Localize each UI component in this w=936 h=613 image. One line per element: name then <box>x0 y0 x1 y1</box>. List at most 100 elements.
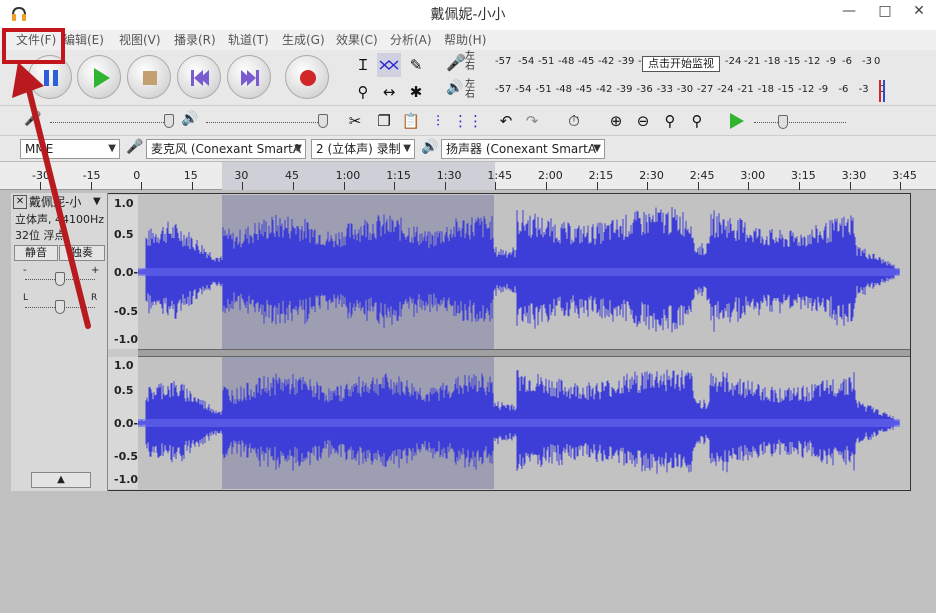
ruler-tick-label: 1:15 <box>386 169 411 182</box>
ruler-tick <box>748 182 750 190</box>
amplitude-label: 1.0 <box>114 197 134 210</box>
zoom-in-button[interactable]: ⊕ <box>604 109 628 133</box>
output-device-value: 扬声器 (Conexant SmartA <box>446 142 597 156</box>
ruler-tick-label: 0 <box>133 169 141 182</box>
meter-tick-label: -39 <box>616 84 633 95</box>
ruler-tick <box>546 182 547 190</box>
pan-slider[interactable] <box>55 300 65 314</box>
minimize-button[interactable]: — <box>832 0 866 24</box>
redo-button[interactable]: ↷ <box>520 109 544 133</box>
collapse-track-button[interactable]: ▲ <box>31 472 91 488</box>
play-meter[interactable]: -57 -54 -51 -48 -45 -42 -39 -36 -33 -30 -27 -24 -21-… <box>482 82 890 104</box>
envelope-tool[interactable] <box>377 53 401 77</box>
ruler-tick <box>647 182 649 190</box>
amplitude-label: 1.0 <box>114 359 134 372</box>
input-device-value: 麦克风 (Conexant SmartA <box>151 142 302 156</box>
menu-analyze[interactable]: 分析(A) <box>390 30 432 50</box>
trim-button[interactable]: ⫶ <box>426 109 450 133</box>
play-button[interactable] <box>77 55 121 99</box>
menu-tracks[interactable]: 轨道(T) <box>228 30 269 50</box>
silence-button[interactable]: ⋮⋮ <box>453 109 483 133</box>
meter-tick-label: -33 <box>656 84 673 95</box>
waveform-right-channel[interactable] <box>138 357 910 489</box>
cut-button[interactable]: ✂ <box>343 109 367 133</box>
multi-tool[interactable]: ✱ <box>404 80 428 104</box>
channels-select[interactable]: 2 (立体声) 录制 ▼ <box>311 139 415 159</box>
ruler-tick-label: 1:00 <box>335 169 361 182</box>
menu-effect[interactable]: 效果(C) <box>336 30 378 50</box>
zoom-out-button[interactable]: ⊖ <box>631 109 655 133</box>
zoom-tool[interactable]: ⚲ <box>351 80 375 104</box>
input-volume-slider[interactable] <box>164 114 174 128</box>
skip-end-icon <box>241 70 259 86</box>
stop-button[interactable] <box>127 55 171 99</box>
draw-tool[interactable]: ✎ <box>404 53 428 77</box>
undo-icon: ↶ <box>499 112 513 130</box>
play-speed-slider[interactable] <box>778 115 788 129</box>
play-meter-level <box>883 80 885 102</box>
track-format-info: 立体声, 44100Hz <box>15 213 105 226</box>
ruler-tick-label: 3:00 <box>740 169 766 182</box>
menu-generate[interactable]: 生成(G) <box>282 30 325 50</box>
meter-tick-label: -21 <box>737 84 754 95</box>
paste-button[interactable]: 📋 <box>399 109 423 133</box>
skip-start-button[interactable] <box>177 55 221 99</box>
ruler-tick-label: 15 <box>183 169 198 182</box>
ruler-tick <box>293 182 294 190</box>
amplitude-label: 0.5 <box>114 227 134 241</box>
device-toolbar: MME ▼ 🎤 麦克风 (Conexant SmartA ▼ 2 (立体声) 录制 ▼… <box>0 136 936 162</box>
meter-tick-label: -48 <box>558 56 575 67</box>
waveform-rms <box>138 268 900 276</box>
copy-button[interactable]: ❐ <box>372 109 396 133</box>
output-volume-speaker-icon: 🔊 <box>181 111 199 127</box>
selection-tool[interactable]: Ｉ <box>351 53 375 77</box>
meter-tick-label: -54 <box>515 84 532 95</box>
maximize-button[interactable]: □ <box>868 0 902 24</box>
menu-bar: 文件(F) 编辑(E) 视图(V) 播录(R) 轨道(T) 生成(G) 效果(C… <box>0 30 936 50</box>
record-meter-mic-icon: 🎤 <box>446 53 466 72</box>
track-menu-chevron-icon[interactable]: ▼ <box>93 195 105 209</box>
ruler-tick <box>596 182 598 190</box>
copy-icon: ❐ <box>377 112 391 130</box>
skip-end-button[interactable] <box>227 55 271 99</box>
close-button[interactable]: ✕ <box>902 0 936 24</box>
waveform-rms <box>138 419 900 427</box>
solo-button[interactable]: 独奏 <box>59 245 105 261</box>
pencil-icon: ✎ <box>409 56 423 74</box>
play-at-speed-button[interactable] <box>726 111 746 131</box>
fit-project-button[interactable]: ⚲ <box>685 109 709 133</box>
amplitude-label: -0.5 <box>114 450 139 463</box>
timeline-ruler[interactable]: -30 -15 0 15 30 45 1:00 1:15 1:30 1:45 2:00 2:15 2:3… <box>0 162 936 190</box>
audio-host-select[interactable]: MME ▼ <box>20 139 120 159</box>
amplitude-label: 0.0- <box>114 417 139 430</box>
channels-value: 2 (立体声) 录制 <box>316 142 401 156</box>
ruler-tick-label: 2:15 <box>588 169 614 182</box>
gain-slider[interactable] <box>55 272 65 286</box>
amplitude-label: 0.0- <box>114 266 139 279</box>
menu-edit[interactable]: 编辑(E) <box>63 30 104 50</box>
waveform-left-svg <box>138 195 900 349</box>
mute-button[interactable]: 静音 <box>14 245 58 261</box>
input-device-select[interactable]: 麦克风 (Conexant SmartA ▼ <box>146 139 306 159</box>
output-device-select[interactable]: 扬声器 (Conexant SmartA ▼ <box>441 139 605 159</box>
sync-lock-button[interactable]: ⏱ <box>562 109 586 133</box>
menu-help[interactable]: 帮助(H) <box>444 30 486 50</box>
waveform-left-channel[interactable] <box>138 195 910 349</box>
monitor-tooltip[interactable]: 点击开始监视 <box>642 56 720 72</box>
time-shift-tool[interactable]: ↔ <box>377 80 401 104</box>
skip-start-icon <box>191 70 209 86</box>
undo-button[interactable]: ↶ <box>494 109 518 133</box>
track-name[interactable]: 戴佩妮-小 <box>29 195 103 209</box>
track-close-button[interactable]: ✕ <box>13 195 27 209</box>
meter-tick-label: -57 <box>495 56 512 67</box>
fit-project-icon: ⚲ <box>691 112 703 130</box>
menu-view[interactable]: 视图(V) <box>119 30 161 50</box>
ruler-tick <box>444 182 446 190</box>
scissors-icon: ✂ <box>348 112 362 130</box>
fit-selection-button[interactable]: ⚲ <box>658 109 682 133</box>
output-volume-slider[interactable] <box>318 114 328 128</box>
record-button[interactable] <box>285 55 329 99</box>
pan-left-label: L <box>23 293 29 303</box>
menu-transport[interactable]: 播录(R) <box>174 30 216 50</box>
input-volume-mic-icon: 🎤 <box>24 111 42 127</box>
